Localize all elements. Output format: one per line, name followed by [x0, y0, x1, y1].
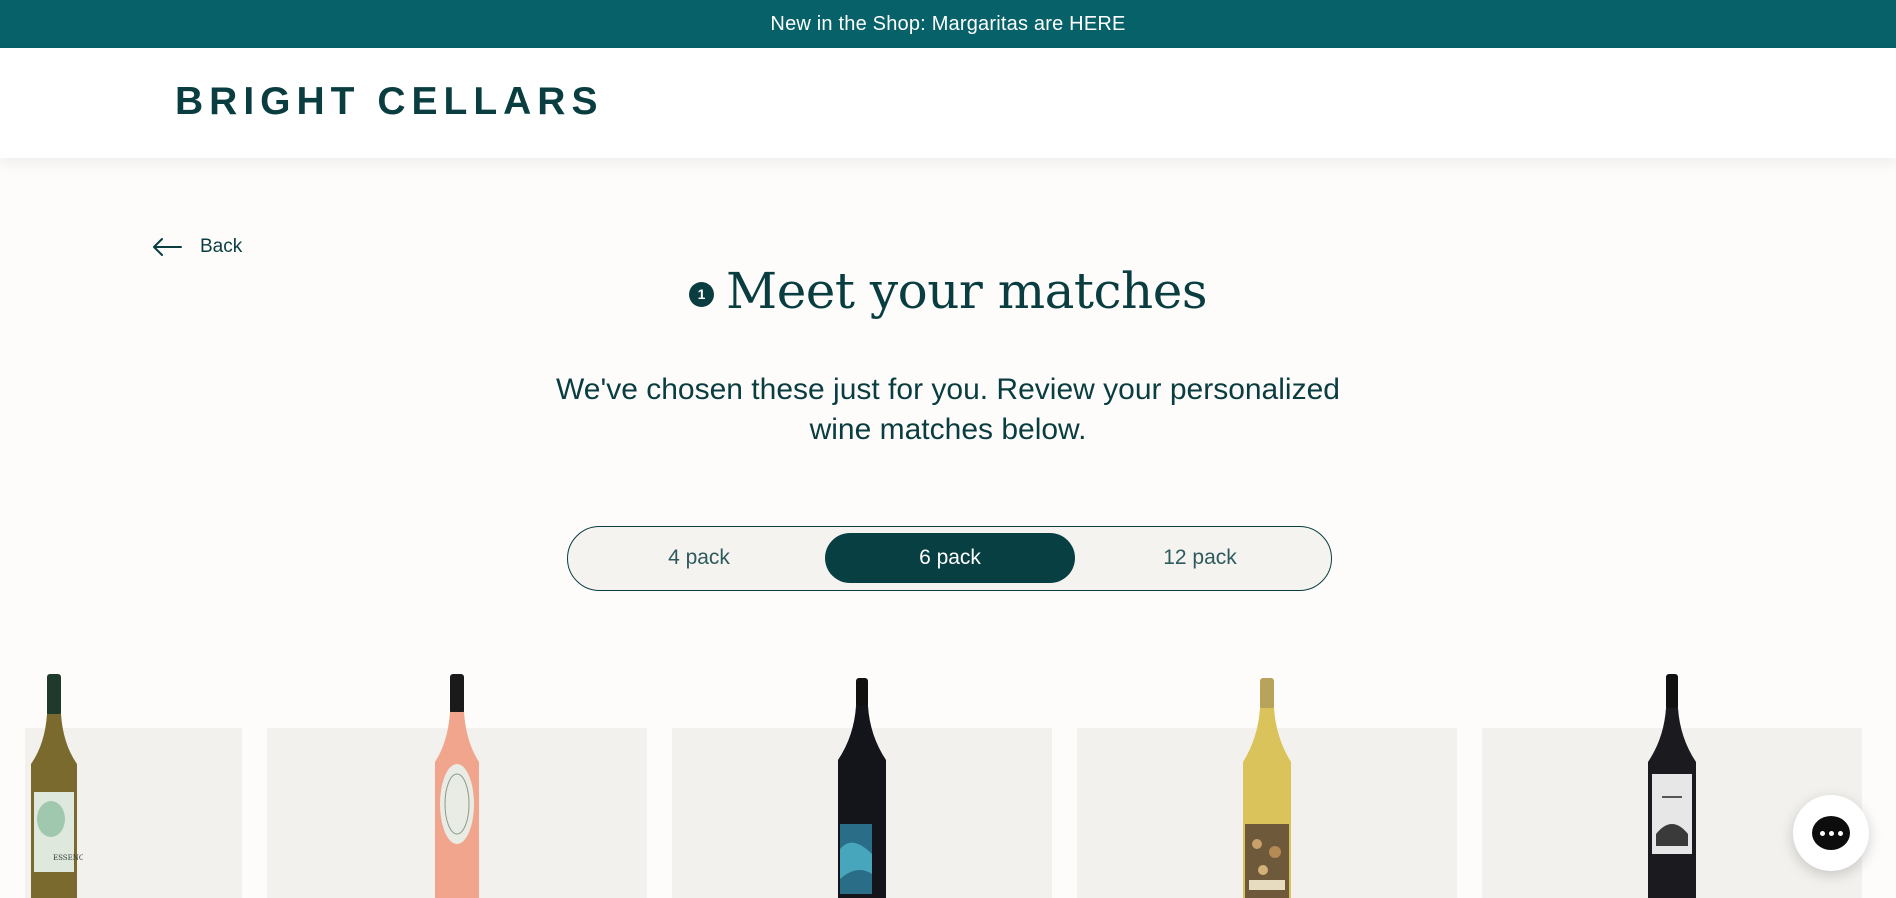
announcement-bar[interactable]: New in the Shop: Margaritas are HERE — [0, 0, 1896, 48]
arrow-left-icon — [153, 238, 182, 256]
wine-bottle-icon — [838, 678, 886, 898]
chat-bubble-icon — [1812, 816, 1850, 850]
step-number-badge: 1 — [689, 281, 714, 307]
wine-bottle-icon — [1648, 674, 1696, 898]
svg-text:ESSENCE: ESSENCE — [53, 854, 83, 862]
brand-logo[interactable]: BRIGHT CELLARS — [175, 82, 604, 121]
step-heading: 1 Meet your matches — [0, 262, 1896, 320]
wine-bottle-icon: ESSENCE — [31, 674, 83, 898]
page-subtitle: We've chosen these just for you. Review … — [556, 373, 1340, 446]
product-carousel: ESSENCE — [0, 660, 1896, 898]
pack-option-4[interactable]: 4 pack — [574, 533, 824, 583]
wine-bottle-icon — [435, 674, 479, 898]
page-title: Meet your matches — [726, 262, 1207, 320]
announcement-text[interactable]: New in the Shop: Margaritas are HERE — [770, 13, 1125, 36]
back-button[interactable]: Back — [152, 232, 242, 262]
chat-button[interactable] — [1793, 795, 1869, 871]
pack-size-selector: 4 pack 6 pack 12 pack — [567, 526, 1332, 591]
wine-bottle-icon — [1243, 678, 1291, 898]
pack-option-12[interactable]: 12 pack — [1075, 533, 1325, 583]
site-header: BRIGHT CELLARS — [0, 48, 1896, 158]
pack-option-6[interactable]: 6 pack — [825, 533, 1075, 583]
back-label: Back — [200, 236, 243, 257]
